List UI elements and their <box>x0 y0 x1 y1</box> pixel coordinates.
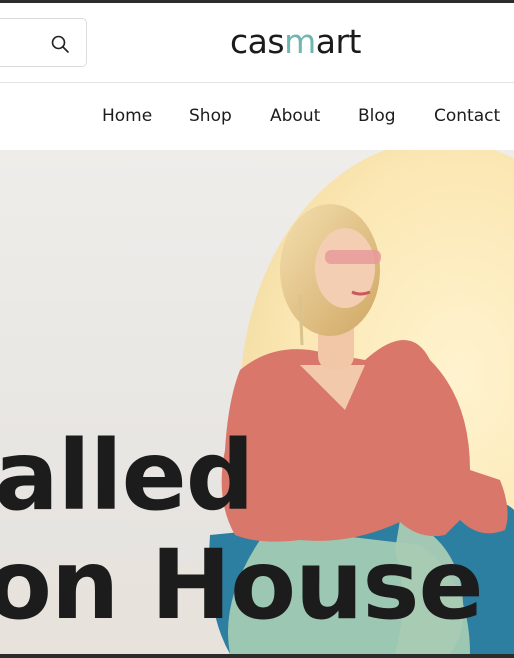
hero-heading-line2: on House <box>0 529 484 641</box>
search-icon[interactable] <box>49 33 71 55</box>
nav-item-contact[interactable]: Contact <box>434 106 500 126</box>
site-header: casmart <box>0 3 514 83</box>
bottom-border <box>0 654 514 658</box>
nav-item-about[interactable]: About <box>270 106 320 126</box>
hero-heading-line1: alled <box>0 420 254 532</box>
site-logo[interactable]: casmart <box>230 21 361 63</box>
nav-item-home[interactable]: Home <box>102 106 152 126</box>
search-box <box>0 18 87 67</box>
nav-item-blog[interactable]: Blog <box>358 106 396 126</box>
nav-item-shop[interactable]: Shop <box>189 106 232 126</box>
hero-banner: alled on House <box>0 150 514 654</box>
search-input[interactable] <box>3 31 43 55</box>
logo-text-start: cas <box>230 22 285 61</box>
main-nav: Home Shop About Blog Contact <box>0 84 514 150</box>
logo-text-end: art <box>315 22 362 61</box>
logo-text-accent: m <box>284 22 316 61</box>
